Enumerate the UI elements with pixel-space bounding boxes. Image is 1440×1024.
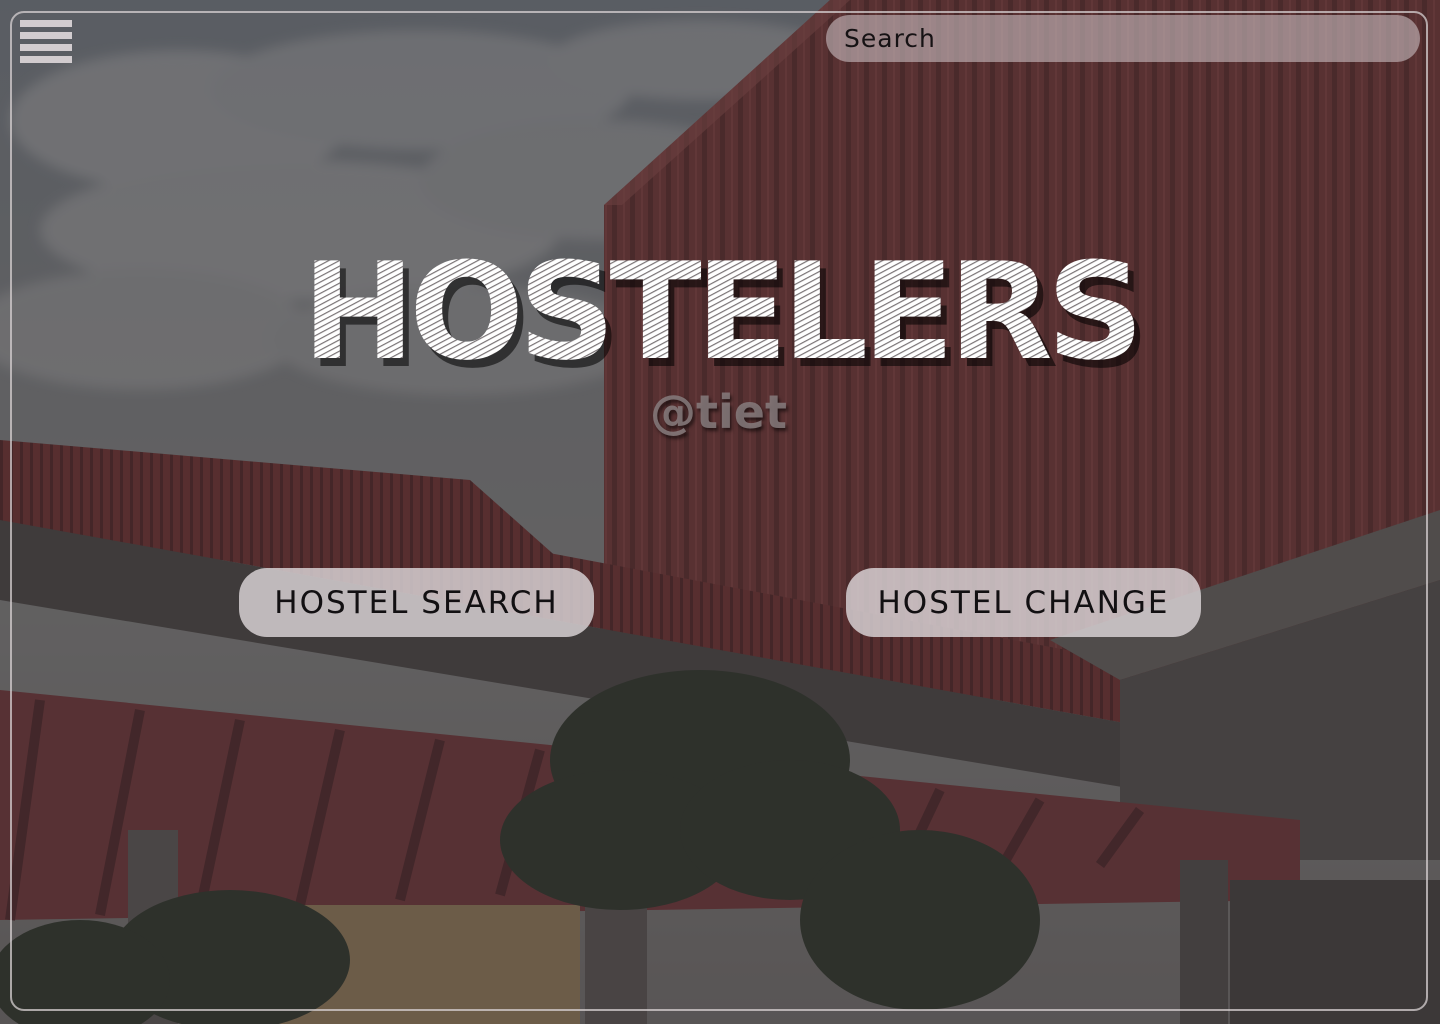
- search-input[interactable]: [844, 24, 1402, 53]
- home-page: HOSTELERS HOSTELERS @tiet HOSTEL SEARCH …: [0, 0, 1440, 1024]
- hero-title-logo: HOSTELERS HOSTELERS: [302, 234, 1144, 376]
- hamburger-menu-icon[interactable]: [20, 20, 72, 64]
- search-bar[interactable]: [826, 15, 1420, 62]
- hostel-search-button[interactable]: HOSTEL SEARCH: [239, 568, 594, 637]
- hero-title-fill: HOSTELERS: [302, 234, 1138, 376]
- menu-bar-middle-bottom: [20, 44, 72, 51]
- menu-bar-top: [20, 20, 72, 27]
- menu-bar-bottom: [20, 56, 72, 63]
- hero-subtitle: @tiet: [650, 385, 787, 439]
- menu-bar-middle-top: [20, 32, 72, 39]
- hostel-change-button[interactable]: HOSTEL CHANGE: [846, 568, 1201, 637]
- campus-background-image: [0, 0, 1440, 1024]
